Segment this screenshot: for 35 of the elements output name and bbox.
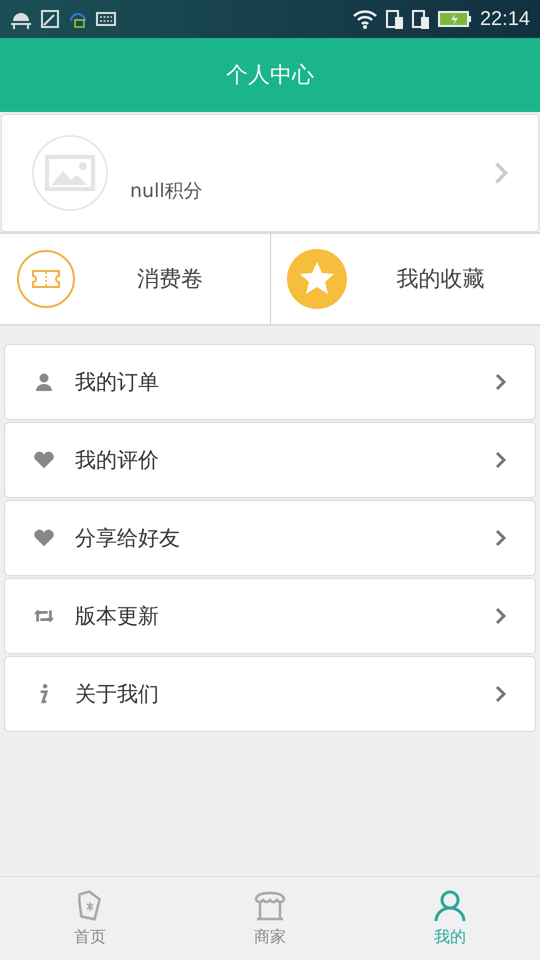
keyboard-icon — [96, 11, 116, 27]
menu-item[interactable]: 分享给好友 — [4, 500, 536, 576]
wifi-icon — [352, 9, 378, 29]
menu-label: 分享给好友 — [75, 525, 181, 552]
person-icon — [433, 889, 467, 923]
menu-item[interactable]: 关于我们 — [4, 656, 536, 732]
shortcut-button[interactable]: 我的收藏 — [270, 234, 540, 324]
chevron-right-icon — [495, 450, 507, 470]
person-icon — [33, 372, 55, 392]
ticket-icon — [16, 249, 76, 309]
heart-icon — [33, 528, 55, 548]
menu-item[interactable]: 版本更新 — [4, 578, 536, 654]
chevron-right-icon — [495, 606, 507, 626]
shortcut-button[interactable]: 消费卷 — [0, 234, 270, 324]
profile-card[interactable]: null积分 — [1, 114, 539, 232]
menu-item[interactable]: 我的评价 — [4, 422, 536, 498]
menu-label: 我的评价 — [75, 447, 160, 474]
menu-label: 关于我们 — [75, 681, 160, 708]
shop-icon — [253, 889, 287, 923]
shortcut-label: 我的收藏 — [395, 266, 486, 294]
page-title: 个人中心 — [226, 62, 314, 90]
menu-label: 版本更新 — [75, 603, 160, 630]
menu-item[interactable]: 我的订单 — [4, 344, 536, 420]
chevron-right-icon — [495, 372, 507, 392]
avatar-placeholder-icon — [32, 135, 108, 211]
battery-icon — [438, 10, 472, 28]
info-icon — [40, 684, 48, 704]
clock-time: 22:14 — [480, 8, 530, 30]
heart-icon — [33, 450, 55, 470]
chevron-right-icon — [495, 528, 507, 548]
points-text: null积分 — [130, 179, 204, 204]
shortcut-label: 消费卷 — [136, 266, 204, 294]
menu-label: 我的订单 — [75, 369, 160, 396]
chevron-right-icon — [495, 684, 507, 704]
chevron-right-icon — [494, 160, 508, 186]
